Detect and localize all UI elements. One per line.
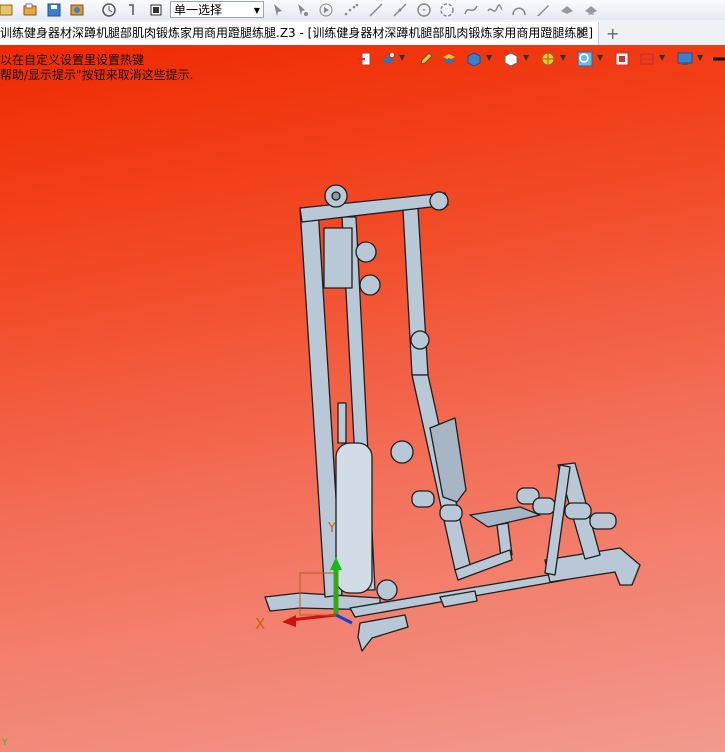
circle-icon[interactable] <box>416 2 432 18</box>
top-crossbeam <box>299 192 449 223</box>
selection-mode-select[interactable]: 单一选择 ▼ <box>170 1 264 18</box>
document-tabbar: 训练健身器材深蹲机腿部肌肉锻炼家用商用蹬腿练腿.Z3 - [训练健身器材深蹲机腿… <box>0 20 725 46</box>
weight-stack <box>335 442 373 594</box>
foot-plate <box>357 614 409 652</box>
spline-icon[interactable] <box>463 2 479 18</box>
selection-mode-value: 单一选择 <box>174 3 223 17</box>
wave-icon[interactable] <box>487 2 503 18</box>
axis-x-label: X <box>255 615 265 633</box>
roller-pad-2 <box>532 497 556 515</box>
stack-rod <box>337 402 347 444</box>
knife-icon[interactable] <box>535 2 551 18</box>
chevron-down-icon: ▼ <box>253 6 260 15</box>
line-icon[interactable] <box>368 2 384 18</box>
save-icon[interactable] <box>46 2 62 18</box>
carriage-plate <box>323 227 353 289</box>
roller-pad-3 <box>564 502 592 520</box>
pulley-low <box>390 440 414 464</box>
play-icon[interactable] <box>318 2 334 18</box>
handle-left <box>411 490 435 508</box>
import-icon[interactable] <box>69 2 85 18</box>
help-icon[interactable] <box>124 2 140 18</box>
points-icon[interactable] <box>343 2 359 18</box>
open-icon[interactable] <box>22 2 38 18</box>
main-post-right <box>402 207 429 376</box>
pulley-arm <box>410 330 430 350</box>
handle-left-2 <box>439 504 463 522</box>
axis-y-label: Y <box>327 521 336 536</box>
tab-title: 训练健身器材深蹲机腿部肌肉锻炼家用商用蹬腿练腿.Z3 - [训练健身器材深蹲机腿… <box>0 26 593 40</box>
new-icon[interactable] <box>0 2 14 18</box>
pulley-mid <box>359 274 381 296</box>
record-icon[interactable] <box>148 2 164 18</box>
roller-pad-4 <box>589 512 617 530</box>
back-pad <box>429 417 467 503</box>
arc-icon[interactable] <box>439 2 455 18</box>
diagonal-icon[interactable] <box>392 2 408 18</box>
bridge-icon[interactable] <box>511 2 527 18</box>
corner-axis-label: Y <box>2 738 8 748</box>
tab-document[interactable]: 训练健身器材深蹲机腿部肌肉锻炼家用商用蹬腿练腿.Z3 - [训练健身器材深蹲机腿… <box>0 22 599 45</box>
pulley-bottom <box>376 579 398 601</box>
pick-point-icon[interactable] <box>294 2 310 18</box>
lamp2-icon[interactable] <box>583 2 599 18</box>
pulley-top-right <box>429 191 449 211</box>
gym-machine-model[interactable]: X Y <box>0 45 725 752</box>
pulley-upper <box>355 241 377 263</box>
lamp-icon[interactable] <box>559 2 575 18</box>
pick-icon[interactable] <box>270 2 286 18</box>
close-icon[interactable]: ✕ <box>575 22 587 45</box>
main-toolbar: 单一选择 ▼ <box>0 0 725 21</box>
3d-viewport[interactable]: 以在自定义设置里设置热键 帮助/显示提示"按钮来取消这些提示. ▼ ▼ ▼ ▼ … <box>0 45 725 752</box>
add-tab-button[interactable]: + <box>606 22 619 45</box>
clock-icon[interactable] <box>101 2 117 18</box>
